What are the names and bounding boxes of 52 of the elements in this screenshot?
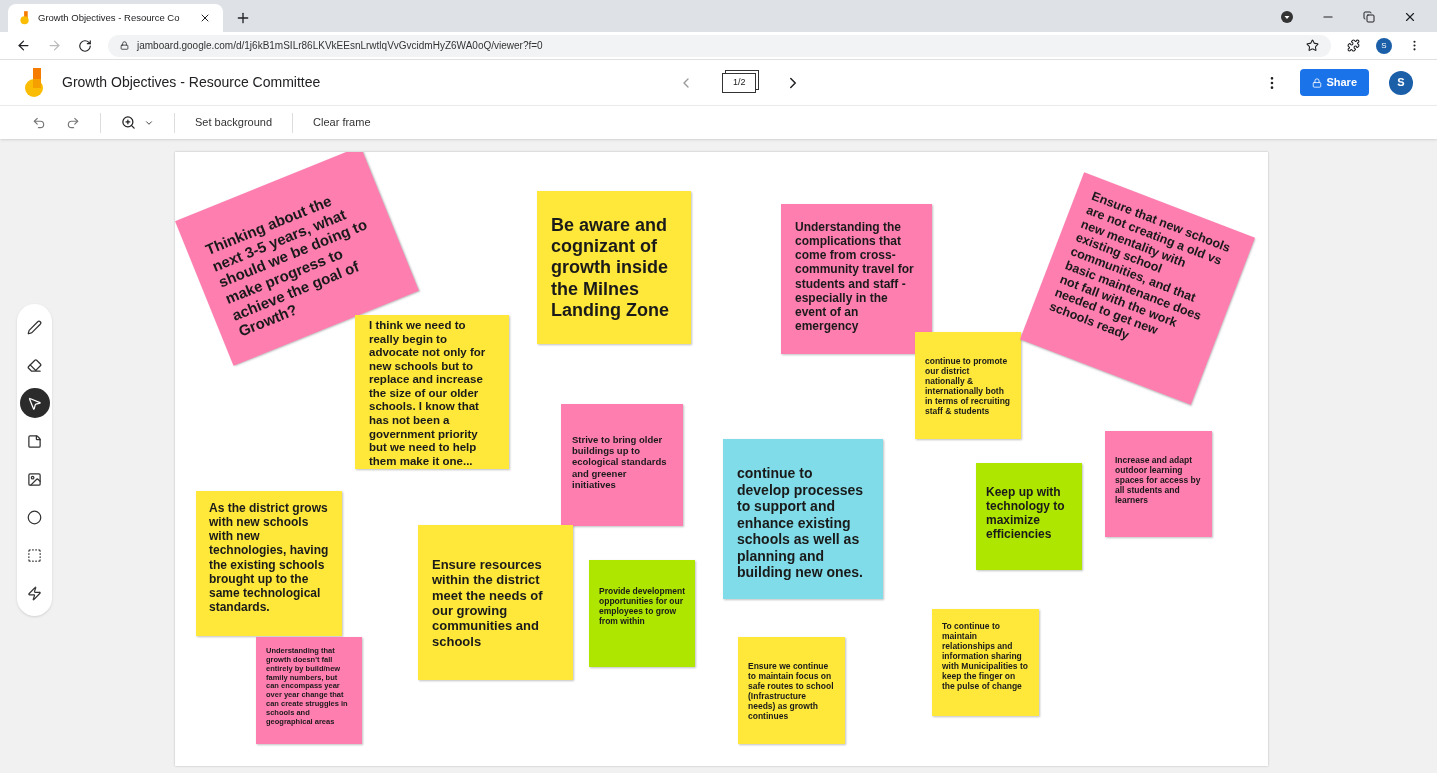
note-text: continue to promote our district nationally & internationally both in terms of recruiting staff & students	[925, 356, 1011, 417]
undo-icon[interactable]	[32, 115, 46, 130]
url-text: jamboard.google.com/d/1j6kB1mSILr86LKVkEEsnLrwtlqVvGvcidmHyZ6WA0oQ/viewer?f=0	[137, 39, 543, 53]
document-title: Growth Objectives - Resource Committee	[62, 73, 321, 92]
sticky-note[interactable]: Provide development opportunities for our employees to grow from within	[589, 560, 695, 667]
note-text: Strive to bring older buildings up to ecological standards and greener initiatives	[572, 434, 668, 490]
reload-icon[interactable]	[78, 38, 92, 53]
note-text: Ensure resources within the district meet the needs of our growing communities and schools	[432, 557, 544, 649]
note-text: Keep up with technology to maximize efficiencies	[986, 485, 1066, 542]
note-text: Ensure we continue to maintain focus on safe routes to school (Infrastructure needs) as growth continues	[748, 661, 835, 722]
account-avatar[interactable]: S	[1389, 70, 1413, 95]
profile-avatar[interactable]: S	[1376, 37, 1392, 54]
sticky-note[interactable]	[355, 315, 509, 469]
back-icon[interactable]	[16, 38, 31, 53]
sticky-note[interactable]: continue to develop processes to support and enhance existing schools as well as planning and building new ones.	[723, 439, 883, 599]
restore-icon[interactable]	[1363, 11, 1375, 23]
sticky-note[interactable]: To continue to maintain relationships and information sharing with Municipalities to keep the finger on the pulse of change	[932, 609, 1039, 716]
sticky-note[interactable]: continue to promote our district nationally & internationally both in terms of recruiting staff & students	[915, 332, 1021, 439]
redo-icon[interactable]	[66, 115, 80, 130]
sticky-note[interactable]: Ensure we continue to maintain focus on safe routes to school (Infrastructure needs) as growth continues	[738, 637, 845, 744]
lock-icon	[1312, 77, 1323, 88]
browser-tab[interactable]: Growth Objectives - Resource Co	[8, 4, 223, 32]
note-text: Be aware and cognizant of growth inside the Milnes Landing Zone	[551, 215, 670, 322]
close-tab-icon[interactable]	[199, 12, 211, 24]
frame-indicator[interactable]: 1/2	[722, 72, 757, 93]
sticky-note[interactable]: Be aware and cognizant of growth inside the Milnes Landing Zone	[537, 191, 691, 344]
note-text: Increase and adapt outdoor learning spaces for access by all students and learners	[1115, 455, 1202, 506]
sticky-note[interactable]: As the district grows with new schools with new technologies, having the existing schools brought up to the same technological standards.	[196, 491, 342, 636]
address-field[interactable]: jamboard.google.com/d/1j6kB1mSILr86LKVkEEsnLrwtlqVvGvcidmHyZ6WA0oQ/viewer?f=0	[108, 34, 1331, 57]
note-text: Understanding the complications that come from cross-community travel for students and staff - especially in the event of an emergency	[795, 220, 915, 334]
select-tool-icon[interactable]	[19, 388, 50, 418]
toolbar-button[interactable]: Set background	[195, 114, 273, 131]
sticky-note[interactable]: Increase and adapt outdoor learning spaces for access by all students and learners	[1105, 431, 1212, 537]
note-text: As the district grows with new schools with new technologies, having the existing schools brought up to the same technological standards.	[209, 501, 329, 615]
jamboard-logo	[24, 67, 46, 98]
bookmark-star-icon[interactable]	[1306, 39, 1319, 52]
lock-icon	[120, 41, 129, 50]
sticky-note[interactable]: Strive to bring older buildings up to ecological standards and greener initiatives	[561, 404, 683, 526]
note-text: To continue to maintain relationships and information sharing with Municipalities to keep the finger on the pulse of change	[942, 621, 1029, 692]
share-button[interactable]: Share	[1300, 69, 1369, 96]
new-tab-icon[interactable]	[235, 10, 251, 26]
tab-favicon-icon	[20, 11, 30, 25]
note-text: continue to develop processes to support and enhance existing schools as well as planning and building new ones.	[737, 465, 865, 581]
sticky-note[interactable]: Understanding the complications that come from cross-community travel for students and staff - especially in the event of an emergency	[781, 204, 932, 354]
sticky-note[interactable]: Ensure resources within the district meet the needs of our growing communities and schools	[418, 525, 573, 680]
extensions-icon[interactable]	[1347, 39, 1360, 52]
tab-title: Growth Objectives - Resource Co	[38, 10, 181, 25]
close-window-icon[interactable]	[1403, 10, 1417, 24]
sticky-note[interactable]: Keep up with technology to maximize efficiencies	[976, 463, 1082, 570]
toolbar-button[interactable]: Clear frame	[313, 114, 371, 131]
note-text: Provide development opportunities for our employees to grow from within	[599, 586, 685, 627]
zoom-icon[interactable]	[121, 115, 136, 130]
